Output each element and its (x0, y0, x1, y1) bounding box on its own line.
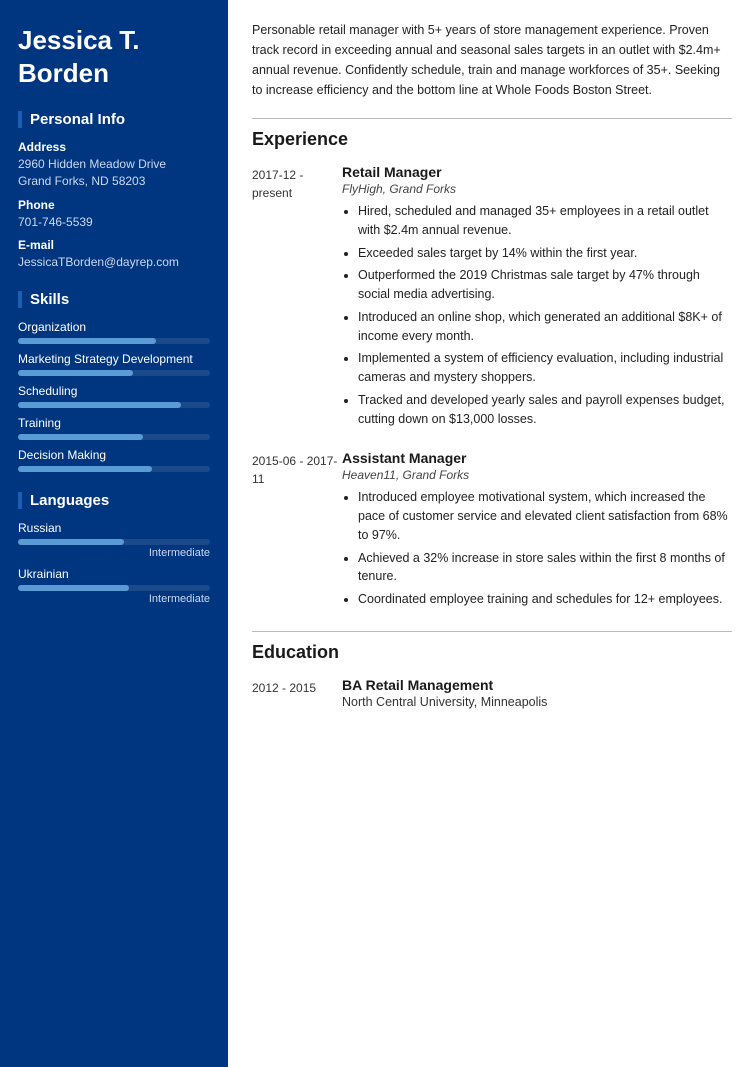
skill-name-label: Training (18, 416, 210, 430)
language-name-label: Ukrainian (18, 567, 210, 581)
languages-list: Russian Intermediate Ukrainian Intermediate (18, 521, 210, 605)
skill-name-label: Organization (18, 320, 210, 334)
language-bar-fill (18, 585, 129, 591)
experience-company: Heaven11, Grand Forks (342, 468, 732, 482)
experience-dates: 2015-06 - 2017-11 (252, 450, 342, 613)
experience-section-title: Experience (252, 129, 732, 150)
language-bar-bg (18, 539, 210, 545)
skill-bar-bg (18, 338, 210, 344)
main-content: Personable retail manager with 5+ years … (228, 0, 756, 1067)
experience-bullet-item: Introduced an online shop, which generat… (358, 308, 732, 346)
skill-bar-fill (18, 338, 156, 344)
language-bar-fill (18, 539, 124, 545)
experience-bullet-item: Coordinated employee training and schedu… (358, 590, 732, 609)
skill-name-label: Decision Making (18, 448, 210, 462)
skill-bar-bg (18, 402, 210, 408)
language-item: Ukrainian Intermediate (18, 567, 210, 605)
experience-bullet-item: Tracked and developed yearly sales and p… (358, 391, 732, 429)
candidate-name: Jessica T. Borden (18, 24, 210, 89)
skill-item: Organization (18, 320, 210, 344)
resume-container: Jessica T. Borden Personal Info Address … (0, 0, 756, 1067)
skill-item: Decision Making (18, 448, 210, 472)
skill-item: Scheduling (18, 384, 210, 408)
experience-dates: 2017-12 - present (252, 164, 342, 432)
languages-title: Languages (18, 492, 210, 509)
experience-bullet-item: Hired, scheduled and managed 35+ employe… (358, 202, 732, 240)
education-details: BA Retail Management North Central Univer… (342, 677, 732, 709)
language-item: Russian Intermediate (18, 521, 210, 559)
language-level-label: Intermediate (18, 547, 210, 559)
address-label: Address (18, 140, 210, 154)
experience-bullets: Introduced employee motivational system,… (342, 488, 732, 609)
experience-entry: 2015-06 - 2017-11Assistant Manager Heaven… (252, 450, 732, 613)
skill-bar-bg (18, 466, 210, 472)
experience-details: Retail Manager FlyHigh, Grand Forks Hired,… (342, 164, 732, 432)
experience-title: Retail Manager (342, 164, 732, 180)
experience-divider (252, 118, 732, 119)
skill-bar-fill (18, 402, 181, 408)
experience-details: Assistant Manager Heaven11, Grand Forks In… (342, 450, 732, 613)
skill-bar-bg (18, 370, 210, 376)
experience-bullets: Hired, scheduled and managed 35+ employe… (342, 202, 732, 428)
languages-section: Languages Russian Intermediate Ukrainian In… (18, 492, 210, 605)
skills-list: Organization Marketing Strategy Developme… (18, 320, 210, 472)
address-line1: 2960 Hidden Meadow Drive (18, 156, 210, 173)
personal-info-section: Personal Info Address 2960 Hidden Meadow… (18, 111, 210, 271)
experience-bullet-item: Implemented a system of efficiency evalu… (358, 349, 732, 387)
skills-section: Skills Organization Marketing Strategy De… (18, 291, 210, 472)
skill-name-label: Scheduling (18, 384, 210, 398)
phone-label: Phone (18, 198, 210, 212)
experience-bullet-item: Exceeded sales target by 14% within the … (358, 244, 732, 263)
education-section-title: Education (252, 642, 732, 663)
education-degree: BA Retail Management (342, 677, 732, 693)
language-level-label: Intermediate (18, 593, 210, 605)
experience-list: 2017-12 - presentRetail Manager FlyHigh, … (252, 164, 732, 613)
education-school: North Central University, Minneapolis (342, 695, 732, 709)
phone-value: 701-746-5539 (18, 214, 210, 231)
email-value: JessicaTBorden@dayrep.com (18, 254, 210, 271)
experience-bullet-item: Achieved a 32% increase in store sales w… (358, 549, 732, 587)
skill-item: Marketing Strategy Development (18, 352, 210, 376)
email-label: E-mail (18, 238, 210, 252)
summary-text: Personable retail manager with 5+ years … (252, 20, 732, 100)
address-line2: Grand Forks, ND 58203 (18, 173, 210, 190)
experience-title: Assistant Manager (342, 450, 732, 466)
experience-bullet-item: Introduced employee motivational system,… (358, 488, 732, 544)
skill-bar-fill (18, 370, 133, 376)
skill-bar-bg (18, 434, 210, 440)
experience-entry: 2017-12 - presentRetail Manager FlyHigh, … (252, 164, 732, 432)
education-entry: 2012 - 2015BA Retail Management North Cen… (252, 677, 732, 709)
language-name-label: Russian (18, 521, 210, 535)
education-dates: 2012 - 2015 (252, 677, 342, 709)
language-bar-bg (18, 585, 210, 591)
skill-name-label: Marketing Strategy Development (18, 352, 210, 366)
skill-bar-fill (18, 434, 143, 440)
experience-bullet-item: Outperformed the 2019 Christmas sale tar… (358, 266, 732, 304)
personal-info-title: Personal Info (18, 111, 210, 128)
sidebar: Jessica T. Borden Personal Info Address … (0, 0, 228, 1067)
skill-item: Training (18, 416, 210, 440)
education-divider (252, 631, 732, 632)
experience-company: FlyHigh, Grand Forks (342, 182, 732, 196)
skills-title: Skills (18, 291, 210, 308)
education-list: 2012 - 2015BA Retail Management North Cen… (252, 677, 732, 709)
skill-bar-fill (18, 466, 152, 472)
